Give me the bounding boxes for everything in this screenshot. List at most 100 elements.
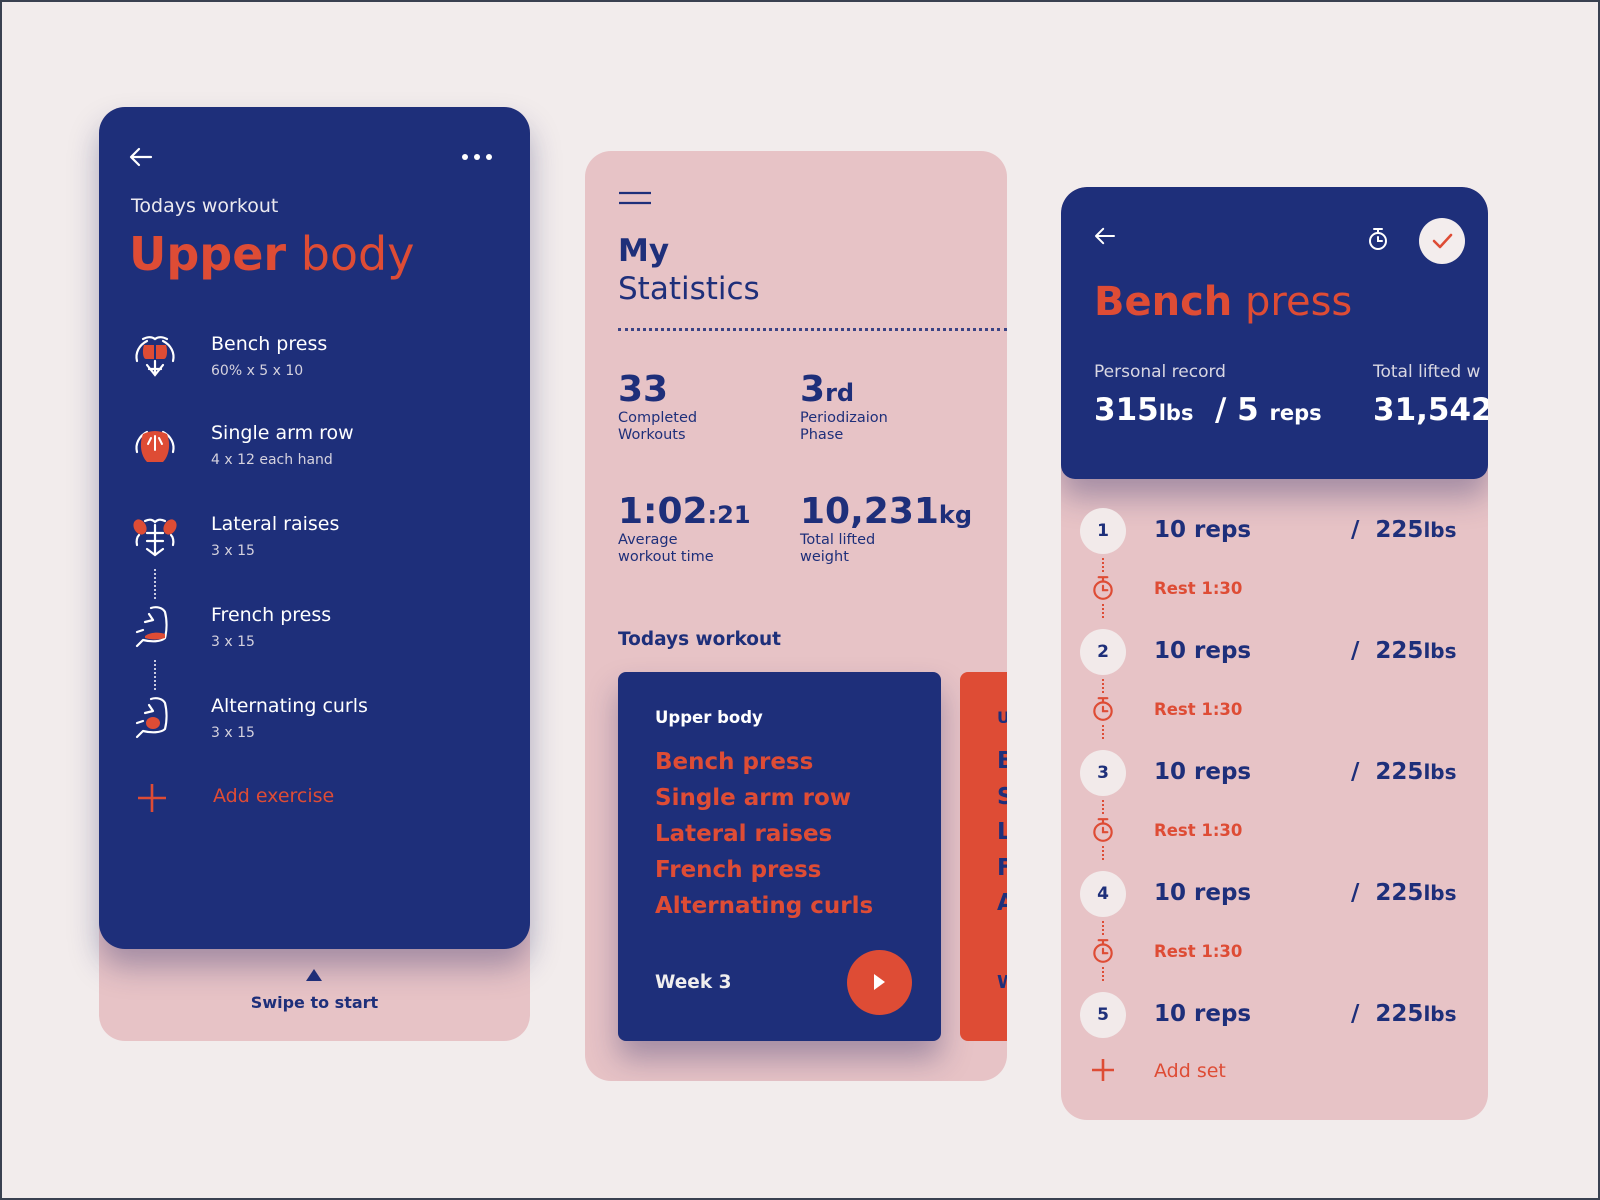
stat-unit: kg — [938, 501, 973, 529]
card-letter: A — [997, 890, 1007, 916]
connector-dots — [1102, 679, 1104, 693]
total-lifted-label: Total lifted w — [1373, 362, 1481, 382]
stat-label: Periodizaion — [800, 410, 888, 426]
checkmark-icon — [1432, 233, 1453, 249]
stat-unit: rd — [825, 379, 855, 407]
workout-screen: Todays workout Upper body Bench press 60… — [99, 107, 530, 949]
total-value: 31,542 — [1373, 392, 1488, 428]
card-letter: B — [997, 748, 1007, 774]
set-weight[interactable]: / 225lbs — [1351, 1001, 1457, 1027]
play-icon — [874, 974, 885, 990]
stat-total-lifted-weight: 10,231kg Total lifted weight — [800, 491, 972, 566]
card-letter: W — [997, 972, 1007, 993]
add-exercise-label[interactable]: Add exercise — [213, 785, 334, 807]
connector-dots — [1102, 921, 1104, 935]
weight-value: 225 — [1375, 1001, 1424, 1027]
timer-button[interactable] — [1367, 227, 1389, 251]
add-set-button[interactable] — [1091, 1058, 1115, 1082]
add-set-label[interactable]: Add set — [1154, 1060, 1226, 1082]
set-reps[interactable]: 10 reps — [1154, 880, 1251, 906]
total-lifted-value: 31,542lb — [1373, 392, 1488, 428]
card-exercise: Bench press — [655, 749, 814, 775]
stat-average-workout-time: 1:02:21 Average workout time — [618, 491, 778, 566]
exercise-item[interactable]: French press 3 x 15 — [129, 602, 509, 672]
separator: / — [1351, 638, 1360, 664]
rest-timer-icon — [1091, 696, 1115, 722]
next-workout-card[interactable]: U B S L F A W — [960, 672, 1007, 1041]
separator: / — [1351, 517, 1360, 543]
play-button[interactable] — [847, 950, 912, 1015]
stat-label: Phase — [800, 427, 844, 443]
personal-record-label: Personal record — [1094, 362, 1226, 382]
set-number[interactable]: 1 — [1080, 508, 1126, 554]
set-reps[interactable]: 10 reps — [1154, 1001, 1251, 1027]
more-options-button[interactable] — [461, 153, 493, 161]
exercise-name: Alternating curls — [211, 695, 368, 717]
back-muscle-icon — [129, 420, 181, 472]
weight-unit: lbs — [1423, 760, 1457, 784]
menu-button[interactable] — [619, 191, 651, 205]
card-letter: F — [997, 855, 1007, 881]
exercise-name: Bench press — [211, 333, 328, 355]
triceps-icon — [129, 602, 181, 654]
connector-dots — [154, 569, 156, 599]
connector-dots — [154, 660, 156, 690]
subtitle: Todays workout — [131, 195, 279, 217]
set-reps[interactable]: 10 reps — [1154, 517, 1251, 543]
set-weight[interactable]: / 225lbs — [1351, 638, 1457, 664]
set-reps[interactable]: 10 reps — [1154, 759, 1251, 785]
pr-weight-unit: lbs — [1158, 401, 1194, 425]
stat-value: 3 — [800, 369, 826, 410]
connector-dots — [1102, 967, 1104, 981]
card-exercise: French press — [655, 857, 822, 883]
weight-unit: lbs — [1423, 518, 1457, 542]
set-number[interactable]: 4 — [1080, 871, 1126, 917]
weight-unit: lbs — [1423, 881, 1457, 905]
exercise-detail: 3 x 15 — [211, 725, 255, 741]
exercise-name: Lateral raises — [211, 513, 340, 535]
workout-card[interactable]: Upper body Bench press Single arm row La… — [618, 672, 941, 1041]
card-exercise-list: Bench press Single arm row Lateral raise… — [655, 744, 873, 924]
stat-periodization-phase: 3rd Periodizaion Phase — [800, 369, 960, 444]
exercise-item[interactable]: Single arm row 4 x 12 each hand — [129, 420, 509, 490]
weight-unit: lbs — [1423, 639, 1457, 663]
complete-button[interactable] — [1419, 218, 1465, 264]
rest-timer-icon — [1091, 575, 1115, 601]
add-exercise-button[interactable] — [137, 783, 167, 813]
weight-value: 225 — [1375, 517, 1424, 543]
title-bold: Bench — [1094, 279, 1233, 325]
set-weight[interactable]: / 225lbs — [1351, 759, 1457, 785]
title-light: press — [1245, 279, 1353, 325]
stat-label: Total lifted — [800, 532, 876, 548]
stat-label: Workouts — [618, 427, 686, 443]
set-number[interactable]: 2 — [1080, 629, 1126, 675]
set-number[interactable]: 5 — [1080, 992, 1126, 1038]
back-button[interactable] — [1094, 227, 1116, 245]
exercise-detail: 3 x 15 — [211, 543, 255, 559]
page-title-line2: Statistics — [618, 271, 760, 307]
statistics-screen: My Statistics 33 Completed Workouts 3rd P… — [585, 151, 1007, 1081]
rest-label: Rest 1:30 — [1154, 942, 1243, 961]
workout-title: Upper body — [129, 227, 414, 281]
exercise-detail: 4 x 12 each hand — [211, 452, 333, 468]
exercise-detail: 3 x 15 — [211, 634, 255, 650]
exercise-item[interactable]: Alternating curls 3 x 15 — [129, 693, 509, 763]
connector-dots — [1102, 846, 1104, 860]
back-button[interactable] — [129, 147, 153, 167]
weight-value: 225 — [1375, 638, 1424, 664]
stat-value: 33 — [618, 369, 669, 410]
swipe-up-arrow-icon[interactable] — [306, 969, 322, 981]
card-exercise: Single arm row — [655, 785, 852, 811]
exercise-item[interactable]: Bench press 60% x 5 x 10 — [129, 331, 509, 401]
set-reps[interactable]: 10 reps — [1154, 638, 1251, 664]
separator: / — [1351, 759, 1360, 785]
exercise-item[interactable]: Lateral raises 3 x 15 — [129, 511, 509, 581]
exercise-name: French press — [211, 604, 332, 626]
set-number[interactable]: 3 — [1080, 750, 1126, 796]
set-weight[interactable]: / 225lbs — [1351, 517, 1457, 543]
set-weight[interactable]: / 225lbs — [1351, 880, 1457, 906]
rest-label: Rest 1:30 — [1154, 700, 1243, 719]
shoulder-muscle-icon — [129, 511, 181, 563]
exercise-detail: 60% x 5 x 10 — [211, 363, 304, 379]
swipe-to-start-label[interactable]: Swipe to start — [99, 993, 530, 1012]
